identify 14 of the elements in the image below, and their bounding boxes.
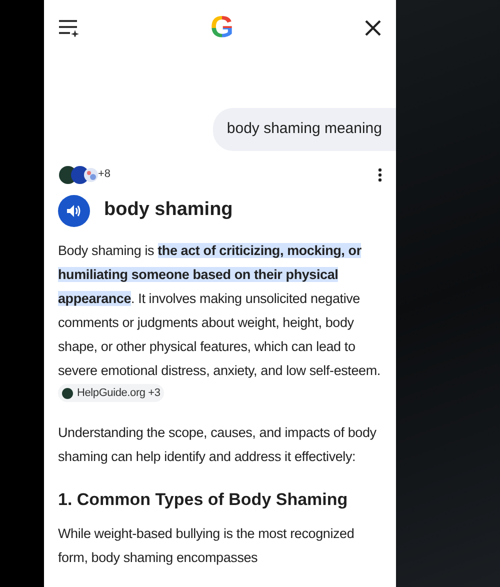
query-bubble: body shaming meaning <box>212 108 396 150</box>
term-title: body shaming <box>104 198 233 222</box>
speaker-icon <box>66 204 82 218</box>
menu-sparkle-icon[interactable] <box>58 19 80 37</box>
definition-paragraph: Body shaming is the act of criticizing, mocking, or humiliating someone based on their physical appearance. It involves making unsolicited negative comments or judgments about weight, height, body shape, or other physical features, which can lead to severe emotional distress, anxiety, and low self-esteem. HelpGuide.org +3 <box>58 238 382 406</box>
section-heading: 1. Common Types of Body Shaming <box>58 488 349 511</box>
close-icon[interactable] <box>364 19 382 37</box>
source-chip[interactable]: HelpGuide.org +3 <box>58 384 164 402</box>
site-icon <box>62 388 73 398</box>
speaker-button[interactable] <box>58 194 90 226</box>
source-count: +8 <box>98 167 111 182</box>
section-paragraph: While weight-based bullying is the most recognized form, body shaming encompasses <box>58 525 356 567</box>
more-icon[interactable] <box>378 168 382 182</box>
intro-paragraph: Understanding the scope, causes, and impacts of body shaming can help identify and address it effectively: <box>58 424 378 466</box>
